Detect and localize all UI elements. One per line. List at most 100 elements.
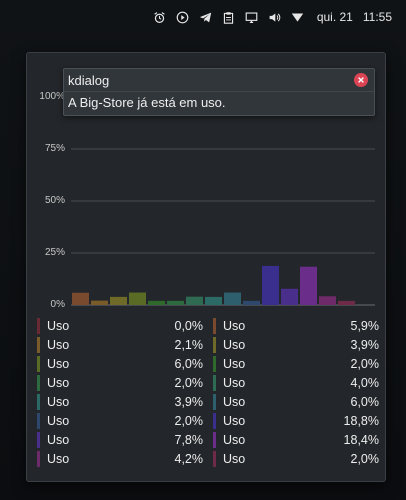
legend-swatch <box>213 394 216 410</box>
legend-label: Uso <box>47 357 70 371</box>
legend-item: Uso 0,0% <box>37 317 203 336</box>
legend-swatch <box>213 356 216 372</box>
legend-swatch <box>213 451 216 467</box>
media-play-icon[interactable] <box>173 7 193 27</box>
legend-value: 2,1% <box>174 338 204 352</box>
legend-item: Uso 3,9% <box>213 336 379 355</box>
cpu-bar <box>243 300 260 305</box>
y-tick-label: 100% <box>39 91 65 102</box>
legend-label: Uso <box>47 414 70 428</box>
cpu-bar <box>110 296 127 305</box>
legend-label: Uso <box>223 395 246 409</box>
display-icon[interactable] <box>242 7 262 27</box>
legend-swatch <box>213 432 216 448</box>
legend-swatch <box>37 432 40 448</box>
cpu-bar <box>167 300 184 305</box>
cpu-bar <box>205 296 222 305</box>
legend-value: 3,9% <box>350 338 380 352</box>
cpu-bar <box>148 300 165 305</box>
legend-item: Uso 5,9% <box>213 317 379 336</box>
cpu-usage-panel: 100% 75% 50% 25% 0% kdialog A Big-Store … <box>26 52 386 482</box>
kdialog-message: A Big-Store já está em uso. <box>68 95 226 110</box>
legend-value: 0,0% <box>174 319 204 333</box>
legend-item: Uso 2,0% <box>213 450 379 469</box>
legend-item: Uso 2,0% <box>37 374 203 393</box>
y-tick-label: 50% <box>44 195 65 206</box>
close-icon[interactable] <box>354 73 368 87</box>
tray-date[interactable]: qui. 21 <box>317 10 353 24</box>
legend-label: Uso <box>47 319 70 333</box>
legend-label: Uso <box>223 433 246 447</box>
y-tick-label: 0% <box>50 299 65 310</box>
legend-item: Uso 2,1% <box>37 336 203 355</box>
cpu-bar <box>319 296 336 305</box>
system-tray: qui. 21 11:55 <box>0 0 406 34</box>
legend-label: Uso <box>223 357 246 371</box>
clipboard-icon[interactable] <box>219 7 239 27</box>
legend-label: Uso <box>223 376 246 390</box>
cpu-legend: Uso 0,0% Uso 5,9% Uso 2,1% Uso 3,9% Uso … <box>37 317 379 473</box>
cpu-bar <box>262 265 279 305</box>
alarm-icon[interactable] <box>150 7 170 27</box>
y-tick-label: 25% <box>44 247 65 258</box>
legend-swatch <box>213 375 216 391</box>
telegram-icon[interactable] <box>196 7 216 27</box>
legend-item: Uso 4,0% <box>213 374 379 393</box>
legend-swatch <box>213 413 216 429</box>
cpu-bar <box>338 300 355 305</box>
legend-value: 18,4% <box>343 433 379 447</box>
legend-swatch <box>37 337 40 353</box>
legend-item: Uso 2,0% <box>213 355 379 374</box>
legend-value: 7,8% <box>174 433 204 447</box>
legend-label: Uso <box>223 414 246 428</box>
legend-item: Uso 6,0% <box>213 393 379 412</box>
legend-swatch <box>37 356 40 372</box>
legend-label: Uso <box>47 452 70 466</box>
legend-label: Uso <box>47 395 70 409</box>
legend-value: 3,9% <box>174 395 204 409</box>
y-tick-label: 75% <box>44 143 65 154</box>
cpu-bar <box>224 292 241 305</box>
network-icon[interactable] <box>288 7 308 27</box>
legend-value: 4,2% <box>174 452 204 466</box>
legend-value: 2,0% <box>350 452 380 466</box>
legend-swatch <box>37 413 40 429</box>
volume-icon[interactable] <box>265 7 285 27</box>
legend-swatch <box>37 375 40 391</box>
legend-value: 4,0% <box>350 376 380 390</box>
legend-label: Uso <box>47 433 70 447</box>
kdialog-title: kdialog <box>68 73 110 88</box>
legend-value: 6,0% <box>174 357 204 371</box>
legend-label: Uso <box>223 338 246 352</box>
legend-swatch <box>37 394 40 410</box>
cpu-bar <box>300 266 317 305</box>
kdialog-separator <box>64 91 374 92</box>
cpu-bar <box>91 300 108 305</box>
legend-swatch <box>37 451 40 467</box>
legend-label: Uso <box>223 452 246 466</box>
legend-swatch <box>37 318 40 334</box>
tray-time[interactable]: 11:55 <box>363 10 392 24</box>
legend-label: Uso <box>47 376 70 390</box>
cpu-bar <box>72 292 89 305</box>
legend-item: Uso 18,8% <box>213 412 379 431</box>
legend-value: 5,9% <box>350 319 380 333</box>
legend-value: 2,0% <box>174 414 204 428</box>
cpu-bar <box>129 292 146 305</box>
legend-swatch <box>213 318 216 334</box>
legend-item: Uso 6,0% <box>37 355 203 374</box>
legend-label: Uso <box>47 338 70 352</box>
legend-value: 2,0% <box>174 376 204 390</box>
legend-value: 2,0% <box>350 357 380 371</box>
legend-item: Uso 2,0% <box>37 412 203 431</box>
legend-value: 18,8% <box>343 414 379 428</box>
kdialog-notification[interactable]: kdialog A Big-Store já está em uso. <box>63 68 375 116</box>
legend-label: Uso <box>223 319 246 333</box>
legend-item: Uso 3,9% <box>37 393 203 412</box>
cpu-bar <box>186 296 203 305</box>
legend-item: Uso 7,8% <box>37 431 203 450</box>
legend-value: 6,0% <box>350 395 380 409</box>
legend-swatch <box>213 337 216 353</box>
legend-item: Uso 4,2% <box>37 450 203 469</box>
legend-item: Uso 18,4% <box>213 431 379 450</box>
